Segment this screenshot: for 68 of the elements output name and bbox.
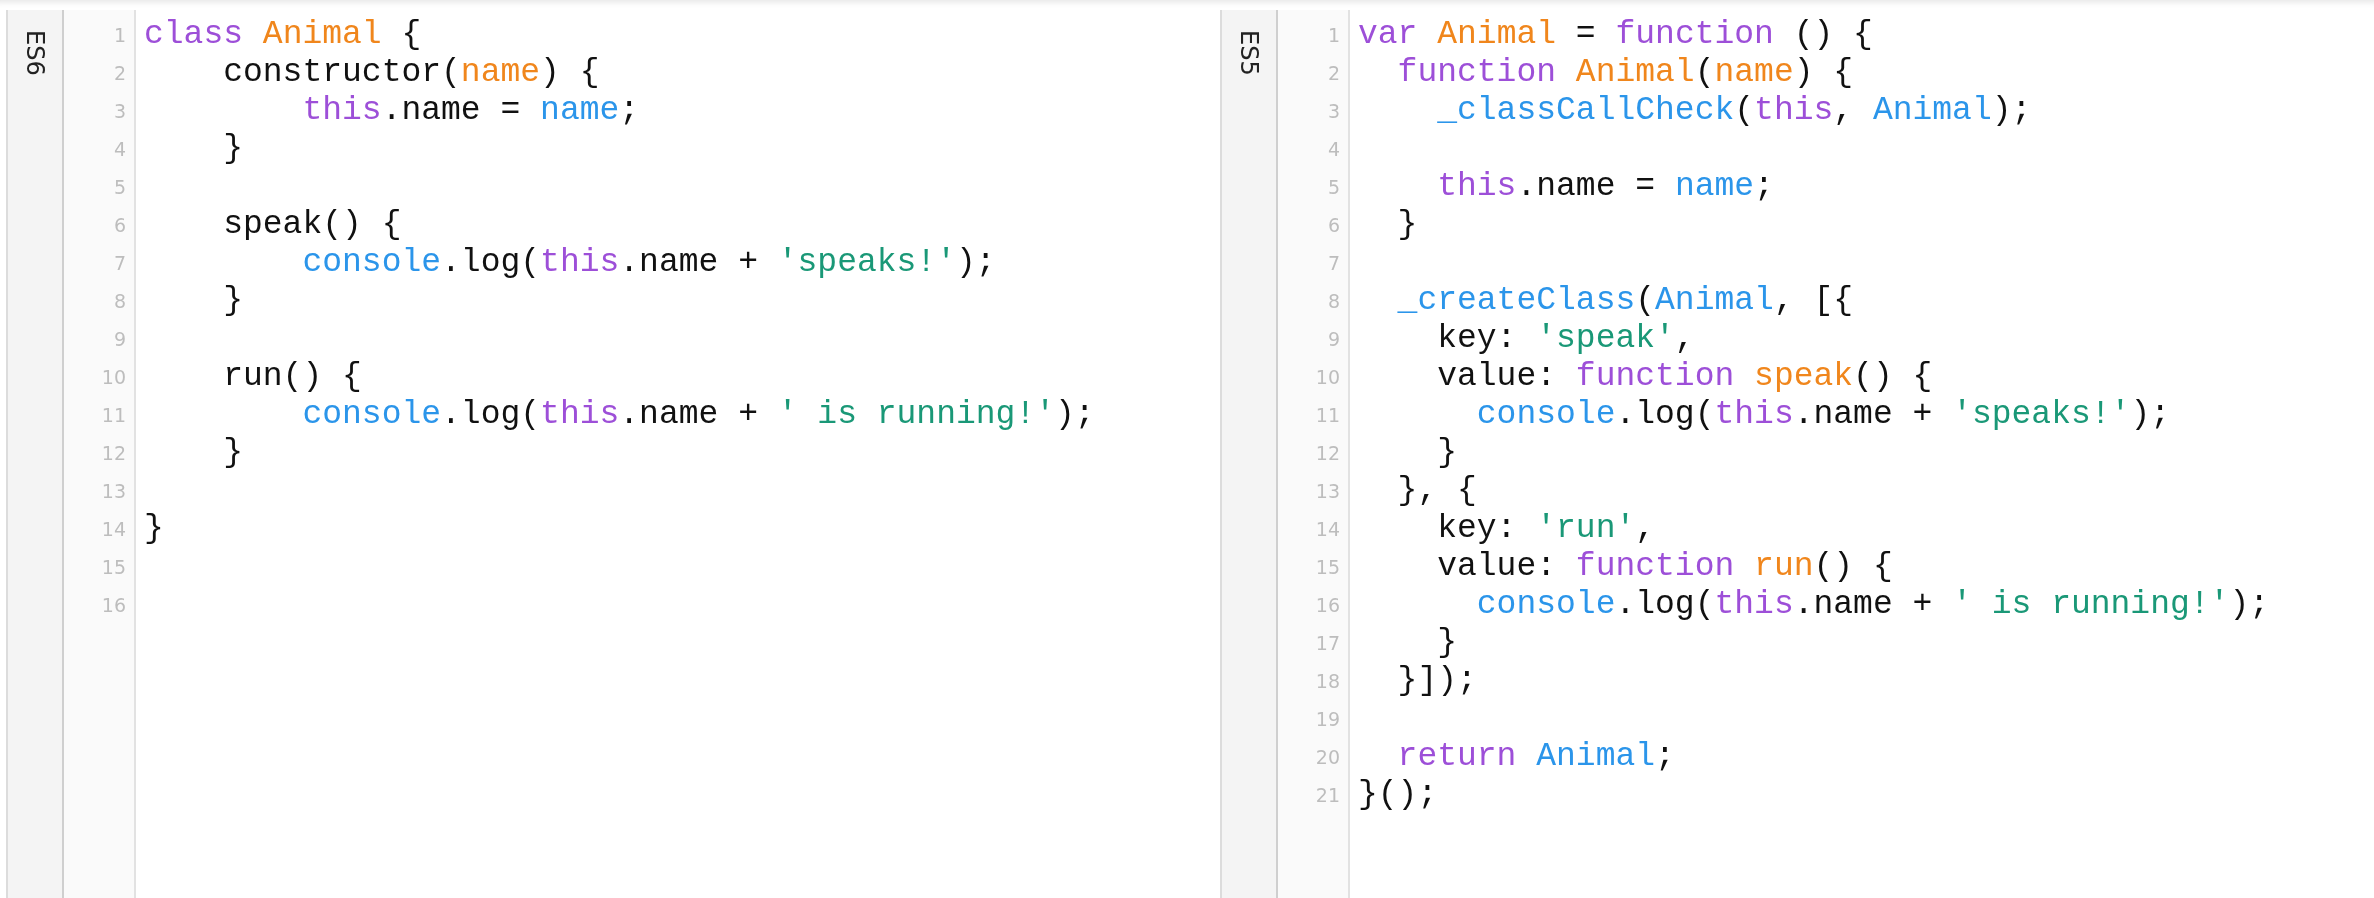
line-number: 5 xyxy=(1327,175,1341,200)
line-number: 12 xyxy=(101,441,127,466)
code-line: value: function run() { xyxy=(1436,548,1894,586)
code-line: console.log(this.name + ' is running!'); xyxy=(1475,586,2270,624)
line-number: 4 xyxy=(113,137,127,162)
line-number: 15 xyxy=(1315,555,1341,580)
line-number: 18 xyxy=(1315,669,1341,694)
line-number: 7 xyxy=(1327,251,1341,276)
line-number: 14 xyxy=(1315,517,1341,542)
line-number: 15 xyxy=(101,555,127,580)
panel-label: ES5 xyxy=(1235,30,1263,76)
line-number: 9 xyxy=(113,327,127,352)
line-number: 12 xyxy=(1315,441,1341,466)
line-number: 4 xyxy=(1327,137,1341,162)
code-line: console.log(this.name + ' is running!'); xyxy=(301,396,1096,434)
code-line: this.name = name; xyxy=(301,92,641,130)
line-number: 6 xyxy=(1327,213,1341,238)
line-number: 9 xyxy=(1327,327,1341,352)
line-number: 8 xyxy=(1327,289,1341,314)
line-number: 20 xyxy=(1315,745,1341,770)
code-line: } xyxy=(1436,624,1459,662)
code-line: return Animal; xyxy=(1396,738,1676,776)
code-line: console.log(this.name + 'speaks!'); xyxy=(301,244,997,282)
code-line: } xyxy=(222,282,245,320)
line-number: 16 xyxy=(1315,593,1341,618)
code-line: value: function speak() { xyxy=(1436,358,1934,396)
code-line: this.name = name; xyxy=(1436,168,1775,206)
line-number: 3 xyxy=(113,99,127,124)
line-number: 6 xyxy=(113,213,127,238)
code-line: } xyxy=(1436,434,1459,472)
line-number: 7 xyxy=(113,251,127,276)
code-line: } xyxy=(222,434,245,472)
code-line: } xyxy=(144,510,165,548)
line-number: 3 xyxy=(1327,99,1341,124)
code-line: _createClass(Animal, [{ xyxy=(1396,282,1855,320)
code-line: speak() { xyxy=(222,206,403,244)
code-line: } xyxy=(1396,206,1419,244)
line-number: 11 xyxy=(101,403,127,428)
line-number: 13 xyxy=(101,479,127,504)
line-number: 10 xyxy=(1315,365,1341,390)
line-number: 17 xyxy=(1315,631,1341,656)
line-number: 8 xyxy=(113,289,127,314)
code-line: _classCallCheck(this, Animal); xyxy=(1436,92,2033,130)
line-number: 21 xyxy=(1315,783,1341,808)
line-number: 10 xyxy=(101,365,127,390)
line-number: 1 xyxy=(113,23,127,48)
code-line: class Animal { xyxy=(144,16,423,54)
code-line: constructor(name) { xyxy=(222,54,601,92)
line-number: 14 xyxy=(101,517,127,542)
panel-label: ES6 xyxy=(21,30,49,76)
line-number: 1 xyxy=(1327,23,1341,48)
line-number: 2 xyxy=(113,61,127,86)
line-number: 16 xyxy=(101,593,127,618)
code-line: key: 'speak', xyxy=(1436,320,1696,358)
line-number: 19 xyxy=(1315,707,1341,732)
code-line: console.log(this.name + 'speaks!'); xyxy=(1475,396,2171,434)
line-number: 2 xyxy=(1327,61,1341,86)
code-line: }]); xyxy=(1396,662,1478,700)
line-number: 11 xyxy=(1315,403,1341,428)
code-line: }(); xyxy=(1358,776,1439,814)
code-line: var Animal = function () { xyxy=(1358,16,1874,54)
line-number: 5 xyxy=(113,175,127,200)
line-number: 13 xyxy=(1315,479,1341,504)
code-line: } xyxy=(222,130,245,168)
code-line: key: 'run', xyxy=(1436,510,1657,548)
code-line: run() { xyxy=(222,358,363,396)
code-line: function Animal(name) { xyxy=(1396,54,1855,92)
code-line: }, { xyxy=(1396,472,1478,510)
